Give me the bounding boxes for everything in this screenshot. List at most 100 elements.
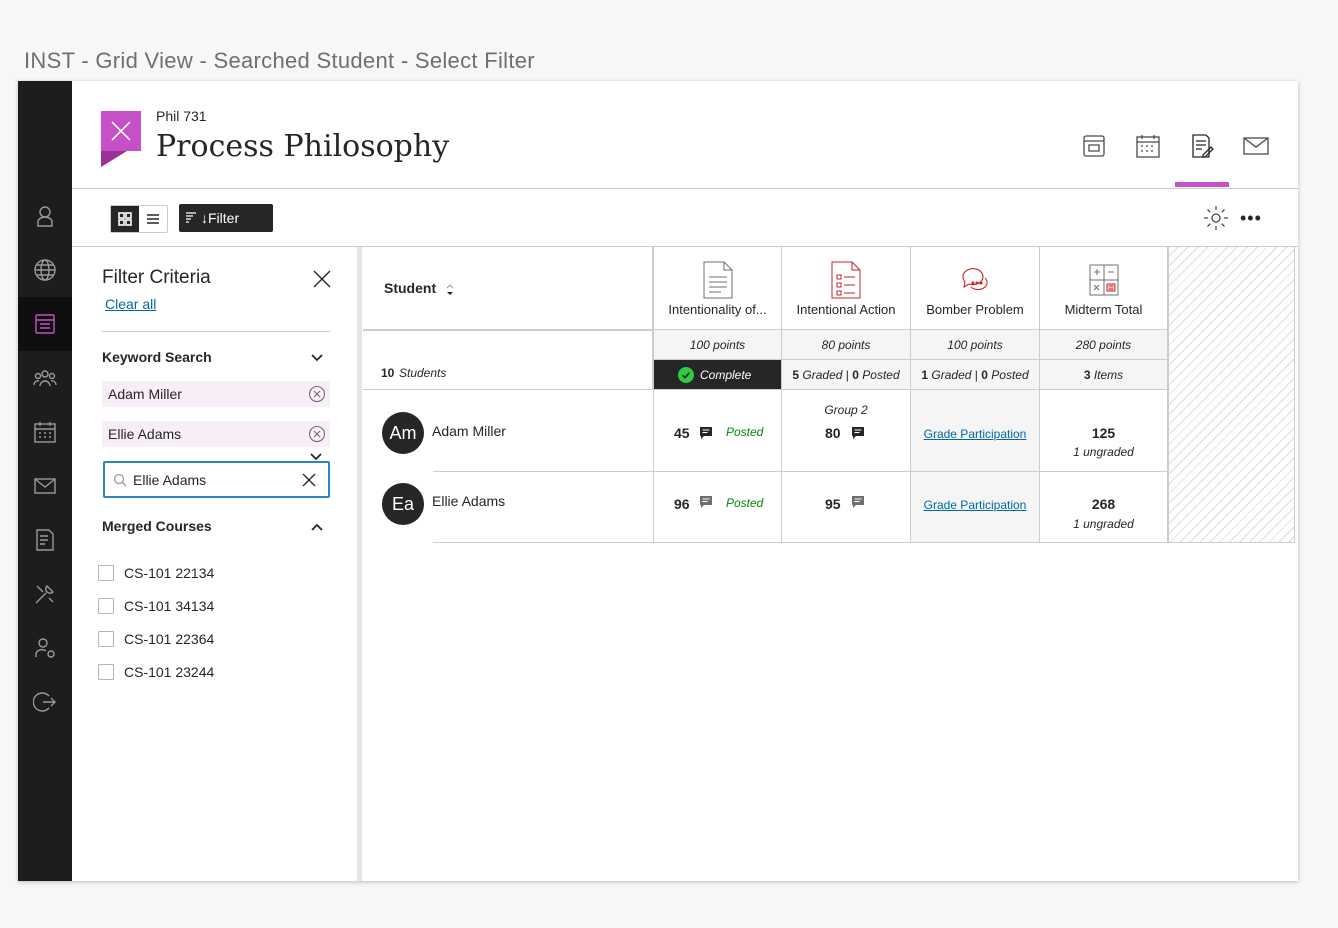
remove-circle-icon[interactable] — [308, 385, 326, 403]
rail-organizations[interactable] — [18, 351, 72, 405]
course-checkbox[interactable] — [98, 664, 114, 680]
merged-course-option[interactable]: CS-101 22134 — [98, 565, 214, 581]
courses-icon — [35, 314, 55, 334]
clear-all-link[interactable]: Clear all — [105, 296, 156, 312]
close-icon — [111, 121, 131, 141]
grade-cell[interactable]: 45 Posted — [653, 390, 782, 472]
points-cell: 100 points — [653, 330, 782, 360]
keyword-chip-adam-miller: Adam Miller — [102, 381, 330, 407]
merged-course-option[interactable]: CS-101 22364 — [98, 631, 214, 647]
feedback-icon[interactable] — [699, 495, 713, 509]
rail-grades[interactable] — [18, 513, 72, 567]
more-options-icon[interactable]: ••• — [1240, 209, 1262, 227]
column-title: Intentional Action — [796, 302, 896, 317]
student-count-cell: 10 Students — [363, 330, 653, 390]
nav-calendar[interactable] — [1133, 131, 1163, 161]
avatar[interactable]: Am — [382, 412, 424, 454]
merged-courses-heading[interactable]: Merged Courses — [102, 518, 212, 534]
course-option-label: CS-101 23244 — [124, 664, 215, 680]
nav-messages[interactable] — [1241, 131, 1271, 161]
close-course-button[interactable] — [101, 111, 141, 151]
grid-icon — [118, 212, 132, 226]
grade-value: 45 — [674, 425, 690, 441]
course-checkbox[interactable] — [98, 598, 114, 614]
column-header-midterm-total[interactable]: Midterm Total — [1040, 247, 1168, 330]
app-window: Phil 731 Process Philosophy ↓Filter ••• … — [18, 81, 1298, 881]
merged-course-option[interactable]: CS-101 23244 — [98, 664, 214, 680]
rail-institution[interactable] — [18, 243, 72, 297]
grade-cell[interactable]: 95 — [782, 472, 911, 543]
points-label: 80 points — [821, 338, 871, 352]
calendar-icon — [1136, 135, 1160, 158]
nav-gradebook[interactable] — [1187, 131, 1217, 161]
filter-button[interactable]: ↓Filter — [179, 204, 273, 232]
grade-cell[interactable]: Grade Participation — [911, 472, 1040, 543]
rail-admin[interactable] — [18, 621, 72, 675]
chevron-down-icon[interactable] — [310, 351, 324, 365]
feedback-icon[interactable] — [699, 426, 713, 440]
view-toggle — [110, 205, 168, 233]
grade-cell[interactable]: Group 2 80 — [782, 390, 911, 472]
rail-profile[interactable] — [18, 189, 72, 243]
rail-sign-out[interactable] — [18, 675, 72, 729]
close-filter-icon[interactable] — [312, 269, 332, 289]
rail-messages[interactable] — [18, 459, 72, 513]
course-checkbox[interactable] — [98, 631, 114, 647]
avatar[interactable]: Ea — [382, 483, 424, 525]
remove-circle-icon[interactable] — [308, 425, 326, 443]
document-icon — [703, 261, 732, 299]
ungraded-note: 1 ungraded — [1073, 445, 1134, 459]
grade-participation-link[interactable]: Grade Participation — [911, 427, 1039, 441]
graded-summary-cell: 5 Graded | 0 Posted — [782, 360, 911, 390]
column-header-intentional-action[interactable]: Intentional Action — [782, 247, 911, 330]
keyword-search-heading[interactable]: Keyword Search — [102, 349, 212, 365]
ungraded-note: 1 ungraded — [1073, 517, 1134, 531]
filter-divider — [102, 331, 330, 332]
grade-participation-link[interactable]: Grade Participation — [911, 498, 1039, 512]
list-icon — [147, 214, 159, 224]
grade-value: 80 — [825, 425, 841, 441]
course-checkbox[interactable] — [98, 565, 114, 581]
rail-tools[interactable] — [18, 567, 72, 621]
column-title: Intentionality of... — [668, 302, 767, 317]
feedback-icon[interactable] — [851, 426, 865, 440]
merged-course-option[interactable]: CS-101 34134 — [98, 598, 214, 614]
student-name[interactable]: Adam Miller — [432, 423, 506, 439]
gradebook-icon — [1192, 134, 1214, 158]
course-banner-flag — [101, 151, 127, 167]
settings-gear-icon[interactable] — [1203, 205, 1229, 231]
points-label: 100 points — [947, 338, 1003, 352]
student-name[interactable]: Ellie Adams — [432, 493, 505, 509]
chevron-up-icon[interactable] — [310, 520, 324, 534]
points-label: 100 points — [689, 338, 746, 352]
mail-icon — [34, 478, 56, 494]
feedback-icon[interactable] — [851, 495, 865, 509]
list-view-button[interactable] — [139, 206, 167, 232]
total-cell[interactable]: 125 1 ungraded — [1040, 390, 1168, 472]
nav-content[interactable] — [1079, 131, 1109, 161]
items-summary: 3 Items — [1083, 368, 1124, 382]
grid-view-button[interactable] — [111, 206, 139, 232]
course-option-label: CS-101 34134 — [124, 598, 215, 614]
mail-icon — [1243, 137, 1269, 155]
grade-cell[interactable]: 96 Posted — [653, 472, 782, 543]
clear-search-icon[interactable] — [302, 473, 316, 487]
student-column-header[interactable]: Student — [363, 247, 653, 330]
complete-summary-cell[interactable]: Complete — [653, 360, 782, 390]
column-header-intentionality[interactable]: Intentionality of... — [653, 247, 782, 330]
gradebook-grid: Student 10 Students Intentionality of...… — [363, 247, 1298, 881]
graded-summary-cell: 1 Graded | 0 Posted — [911, 360, 1040, 390]
total-cell[interactable]: 268 1 ungraded — [1040, 472, 1168, 543]
items-summary-cell: 3 Items — [1040, 360, 1168, 390]
chevron-down-icon — [310, 453, 322, 461]
posted-status: Posted — [726, 496, 764, 510]
grade-cell[interactable]: Grade Participation — [911, 390, 1040, 472]
rail-calendar[interactable] — [18, 405, 72, 459]
column-header-bomber-problem[interactable]: Bomber Problem — [911, 247, 1040, 330]
calendar-icon — [34, 422, 56, 443]
keyword-search-input[interactable] — [133, 471, 283, 488]
keyword-chip-label: Ellie Adams — [108, 426, 182, 442]
sort-icon[interactable] — [445, 284, 455, 296]
course-option-label: CS-101 22364 — [124, 631, 215, 647]
rail-courses[interactable] — [18, 297, 72, 351]
